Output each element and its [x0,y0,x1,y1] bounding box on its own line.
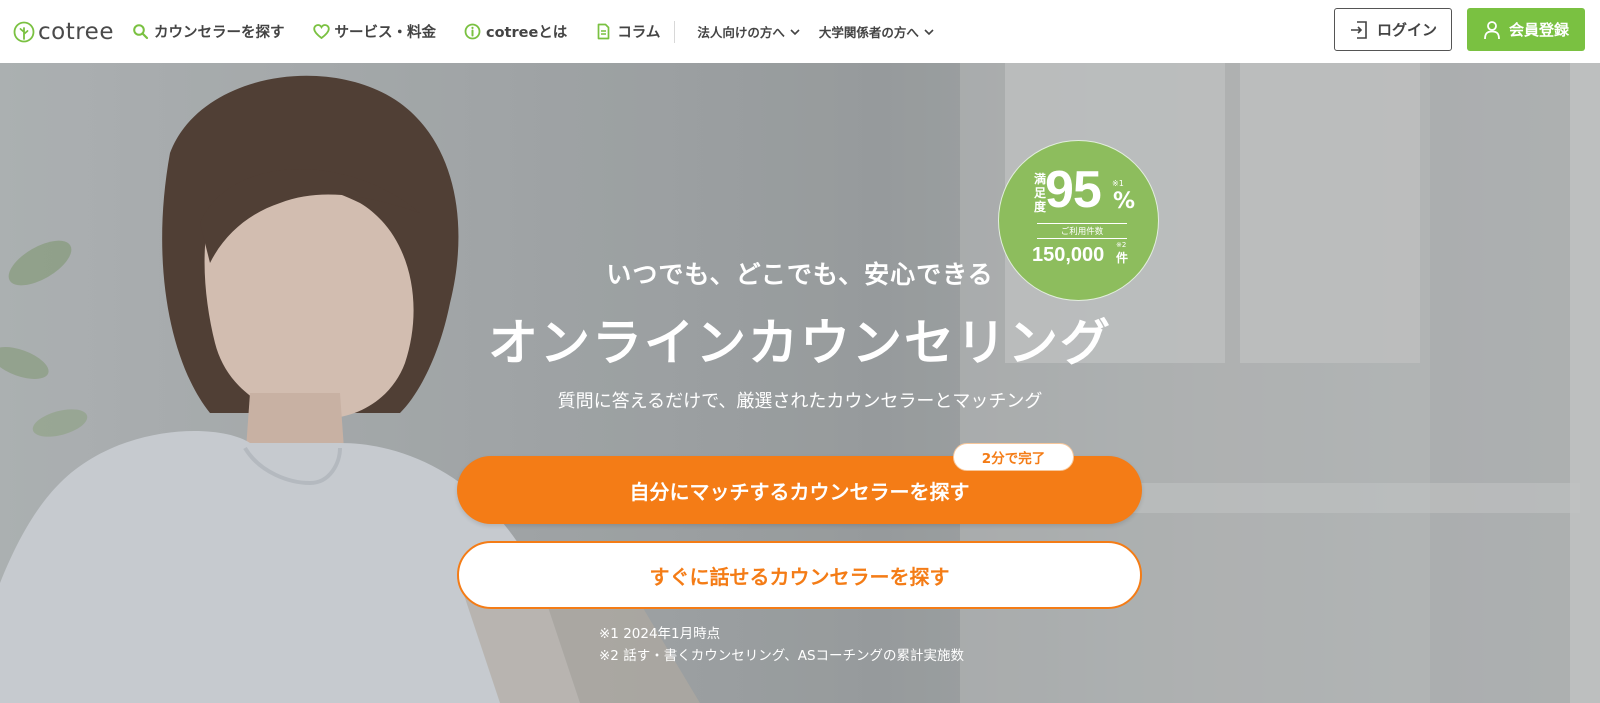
badge-note-1: ※1 [1112,179,1124,188]
badge-sub-label: ご利用件数 [1060,227,1104,237]
nav-label: カウンセラーを探す [154,25,285,41]
login-icon [1350,20,1367,39]
chevron-down-icon [790,28,800,35]
logo-text: cotree [38,18,114,45]
nav-divider [674,20,676,43]
search-icon [133,24,149,40]
nav-label: コラム [617,25,661,41]
nav-column[interactable]: コラム [595,21,660,42]
nav-about[interactable]: cotreeとは [464,21,567,42]
nav-label: cotreeとは [486,25,568,41]
badge-divider [1037,223,1127,224]
duration-tag: 2分で完了 [953,443,1074,471]
main-nav: カウンセラーを探す サービス・料金 cotreeとは コラム 法人向けの方へ 大… [132,0,953,63]
dropdown-label: 法人向けの方へ [697,25,785,40]
talk-now-button[interactable]: すぐに話せるカウンセラーを探す [457,541,1142,609]
document-icon [597,23,610,40]
login-button[interactable]: ログイン [1334,8,1452,51]
button-label: 自分にマッチするカウンセラーを探す [629,479,970,504]
logo[interactable]: cotree [13,19,114,45]
nav-find-counselor[interactable]: カウンセラーを探す [132,21,285,42]
register-button[interactable]: 会員登録 [1467,8,1585,51]
info-icon [464,23,481,40]
badge-unit: % [1113,189,1136,214]
leaf-logo-icon [13,21,35,42]
footnotes: ※1 2024年1月時点 ※2 話す・書くカウンセリング、ASコーチングの累計実… [599,623,964,667]
footnote: ※2 話す・書くカウンセリング、ASコーチングの累計実施数 [599,648,965,664]
nav-dropdown-corporate[interactable]: 法人向けの方へ [697,22,801,41]
hero-description: 質問に答えるだけで、厳選されたカウンセラーとマッチング [557,391,1043,412]
badge-value: 95 [1045,161,1102,219]
nav-dropdown-university[interactable]: 大学関係者の方へ [819,22,935,41]
site-header: cotree カウンセラーを探す サービス・料金 cotreeとは コラム 法人… [0,0,1600,63]
badge-note-2: ※2 [1116,241,1127,249]
hero-section: 満足度 95 ※1 % ご利用件数 150,000 ※2 件 いつでも、どこでも… [0,63,1600,703]
login-label: ログイン [1376,21,1437,39]
chevron-down-icon [924,28,934,35]
nav-service-pricing[interactable]: サービス・料金 [312,21,437,42]
dropdown-label: 大学関係者の方へ [818,25,919,40]
footnote: ※1 2024年1月時点 [599,626,721,642]
hero-title: オンラインカウンセリング [488,314,1112,372]
hero-subheading: いつでも、どこでも、安心できる [606,260,994,289]
nav-label: サービス・料金 [334,25,437,41]
button-label: すぐに話せるカウンセラーを探す [649,564,950,589]
heart-icon [312,24,330,40]
register-label: 会員登録 [1508,21,1569,39]
user-icon [1484,20,1500,39]
badge-divider [1037,238,1127,239]
